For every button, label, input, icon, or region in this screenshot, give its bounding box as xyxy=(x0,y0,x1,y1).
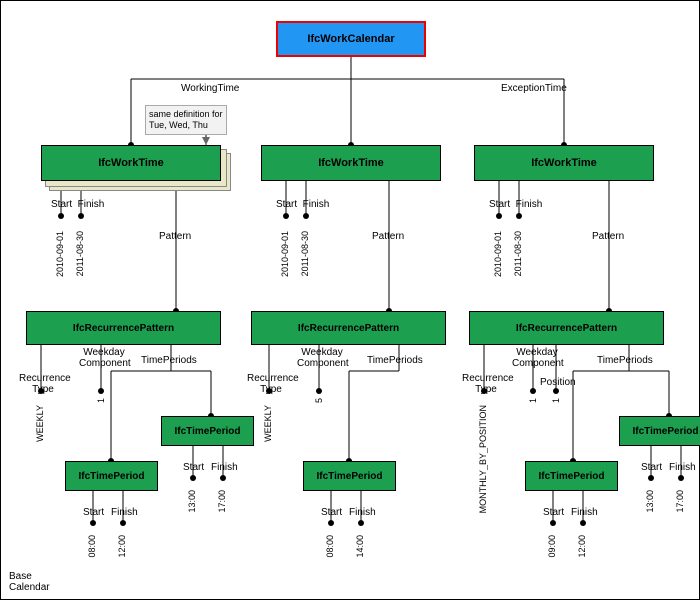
c1a-s-lbl: Start xyxy=(83,507,104,518)
c3-timeper-lbl: TimePeriods xyxy=(597,355,653,366)
c3-finish-val: 2011-08-30 xyxy=(513,231,523,276)
recpattern-3: IfcRecurrencePattern xyxy=(469,311,664,345)
c3-weekday-val: 1 xyxy=(528,398,538,403)
c1b-f-lbl: Finish xyxy=(211,462,238,473)
c3-position-val: 1 xyxy=(551,398,561,403)
c1a-f-lbl: Finish xyxy=(111,507,138,518)
c1a-s: 08:00 xyxy=(87,535,97,558)
c3-finish-lbl: Finish xyxy=(509,199,549,210)
recpattern-1: IfcRecurrencePattern xyxy=(26,311,221,345)
c3a-f-lbl: Finish xyxy=(571,507,598,518)
c2-finish-val: 2011-08-30 xyxy=(300,231,310,276)
c3b-s-lbl: Start xyxy=(641,462,662,473)
c1-start-lbl: Start xyxy=(51,199,72,210)
c2-weekday-val: 5 xyxy=(314,398,324,403)
c1-rectype-lbl: Recurrence Type xyxy=(19,373,67,395)
c3-position-lbl: Position xyxy=(540,377,574,388)
tp-c2: IfcTimePeriod xyxy=(303,461,396,491)
c2-rectype-val: WEEKLY xyxy=(263,405,273,442)
tp-c3a: IfcTimePeriod xyxy=(525,461,618,491)
c2-weekday-lbl: Weekday Component xyxy=(297,347,347,369)
c3-rectype-lbl: Recurrence Type xyxy=(462,373,510,395)
c2-f: 14:00 xyxy=(355,535,365,558)
c3-weekday-lbl: Weekday Component xyxy=(512,347,562,369)
c1b-s: 13:00 xyxy=(187,490,197,513)
edge-label-exception: ExceptionTime xyxy=(501,83,567,94)
c2-start-lbl: Start xyxy=(276,199,297,210)
c3a-s-lbl: Start xyxy=(543,507,564,518)
c1-finish-lbl: Finish xyxy=(71,199,111,210)
c1-pattern-lbl: Pattern xyxy=(159,231,191,242)
c2-s: 08:00 xyxy=(325,535,335,558)
tp-c1b: IfcTimePeriod xyxy=(161,416,254,446)
c1-rectype-val: WEEKLY xyxy=(35,405,45,442)
c1b-f: 17:00 xyxy=(217,490,227,513)
worktime-2: IfcWorkTime xyxy=(261,145,441,181)
c2-rectype-lbl: Recurrence Type xyxy=(247,373,295,395)
c1-start-val: 2010-09-01 xyxy=(55,231,65,277)
tp-c1a: IfcTimePeriod xyxy=(65,461,158,491)
c1-finish-val: 2011-08-30 xyxy=(75,231,85,276)
c3b-f-lbl: Finish xyxy=(669,462,696,473)
c1a-f: 12:00 xyxy=(117,535,127,558)
worktime-1: IfcWorkTime xyxy=(41,145,221,181)
caption: Base Calendar xyxy=(9,571,50,593)
c3a-s: 09:00 xyxy=(547,535,557,558)
c3-start-lbl: Start xyxy=(489,199,510,210)
c3-pattern-lbl: Pattern xyxy=(592,231,624,242)
c2-pattern-lbl: Pattern xyxy=(372,231,404,242)
note-box: same definition for Tue, Wed, Thu xyxy=(145,105,227,135)
c2-finish-lbl: Finish xyxy=(296,199,336,210)
c3a-f: 12:00 xyxy=(577,535,587,558)
tp-c3b: IfcTimePeriod xyxy=(619,416,700,446)
c3b-s: 13:00 xyxy=(645,490,655,513)
worktime-3: IfcWorkTime xyxy=(474,145,654,181)
c1b-s-lbl: Start xyxy=(183,462,204,473)
c2-s-lbl: Start xyxy=(321,507,342,518)
edge-label-working: WorkingTime xyxy=(181,83,239,94)
c2-start-val: 2010-09-01 xyxy=(280,231,290,277)
recpattern-2: IfcRecurrencePattern xyxy=(251,311,446,345)
c2-f-lbl: Finish xyxy=(349,507,376,518)
c2-timeper-lbl: TimePeriods xyxy=(367,355,423,366)
c3-start-val: 2010-09-01 xyxy=(493,231,503,277)
c1-weekday-lbl: Weekday Component xyxy=(79,347,129,369)
diagram-canvas: IfcWorkCalendar WorkingTime ExceptionTim… xyxy=(0,0,700,600)
c1-weekday-val: 1 xyxy=(96,398,106,403)
c1-timeper-lbl: TimePeriods xyxy=(141,355,197,366)
root-node: IfcWorkCalendar xyxy=(276,21,426,57)
c3b-f: 17:00 xyxy=(675,490,685,513)
c3-rectype-val: MONTHLY_BY_POSITION xyxy=(478,405,488,513)
